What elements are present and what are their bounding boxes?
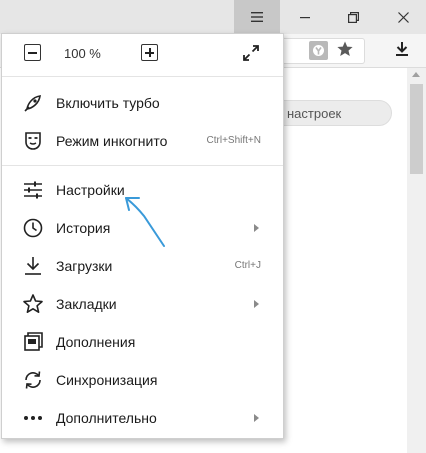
download-icon [25, 257, 41, 275]
sync-icon [25, 371, 41, 389]
menu-item-shortcut: Ctrl+Shift+N [206, 135, 261, 146]
annotation-arrow-icon [125, 197, 165, 247]
menu-item-label: Дополнения [56, 334, 136, 350]
rocket-icon [24, 95, 41, 112]
submenu-arrow-icon [254, 300, 259, 308]
settings-search-placeholder: настроек [287, 106, 342, 121]
menu-item-bookmarks[interactable]: Закладки [2, 285, 283, 323]
scroll-thumb[interactable] [410, 84, 423, 174]
menu-item-shortcut: Ctrl+J [234, 260, 261, 271]
submenu-arrow-icon [254, 224, 259, 232]
zoom-in-button[interactable] [141, 44, 158, 61]
zoom-level: 100 % [64, 46, 101, 61]
menu-divider [2, 76, 283, 77]
fullscreen-icon[interactable] [242, 44, 260, 62]
minimize-button[interactable] [282, 0, 328, 34]
restore-icon [347, 11, 359, 23]
menu-item-label: Дополнительно [56, 410, 157, 426]
close-icon [397, 11, 409, 23]
menu-item-downloads[interactable]: Загрузки Ctrl+J [2, 247, 283, 285]
clock-icon [23, 218, 43, 238]
menu-item-incognito[interactable]: Режим инкогнито Ctrl+Shift+N [2, 122, 283, 160]
page-scrollbar[interactable] [407, 68, 426, 453]
menu-item-label: Синхронизация [56, 372, 158, 388]
download-icon[interactable] [393, 40, 411, 58]
scroll-up-arrow-icon[interactable] [412, 72, 420, 77]
extensions-icon [24, 332, 43, 351]
menu-item-label: Включить турбо [56, 95, 160, 111]
browser-menu-button[interactable] [234, 0, 280, 34]
submenu-arrow-icon [254, 414, 259, 422]
menu-item-label: Режим инкогнито [56, 133, 168, 149]
menu-item-turbo[interactable]: Включить турбо [2, 84, 283, 122]
settings-sliders-icon [24, 181, 42, 199]
protect-shield-icon[interactable] [309, 41, 328, 60]
more-dots-icon [24, 416, 42, 420]
menu-item-label: Загрузки [56, 258, 113, 274]
menu-item-sync[interactable]: Синхронизация [2, 361, 283, 399]
menu-item-label: Закладки [56, 296, 117, 312]
menu-item-more[interactable]: Дополнительно [2, 399, 283, 437]
incognito-mask-icon [25, 132, 41, 150]
zoom-out-button[interactable] [24, 44, 41, 61]
star-outline-icon [23, 294, 43, 314]
hamburger-icon [251, 12, 263, 22]
close-button[interactable] [380, 0, 426, 34]
menu-item-extensions[interactable]: Дополнения [2, 323, 283, 361]
minimize-icon [300, 17, 310, 19]
restore-button[interactable] [330, 0, 376, 34]
menu-divider [2, 165, 283, 166]
zoom-controls: 100 % [2, 34, 283, 76]
menu-item-label: История [56, 220, 111, 236]
star-icon[interactable] [336, 40, 354, 58]
